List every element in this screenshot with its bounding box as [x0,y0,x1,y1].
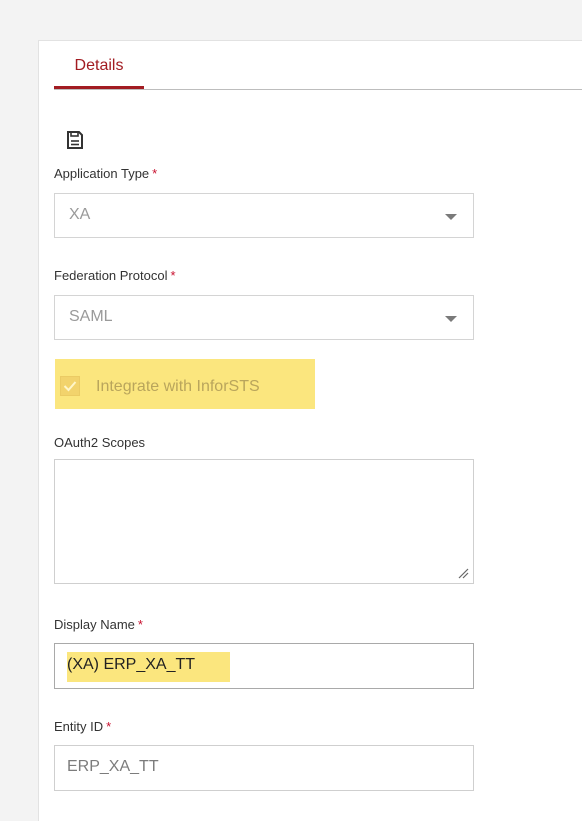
federation-protocol-label: Federation Protocol * [54,268,176,283]
checkmark-icon [63,381,77,392]
application-type-label-text: Application Type [54,166,150,181]
oauth2-scopes-textarea[interactable] [54,459,474,584]
tab-active-indicator [54,86,144,89]
required-marker: * [152,166,158,181]
federation-protocol-label-text: Federation Protocol [54,268,168,283]
tab-bar: Details [54,44,582,90]
required-marker: * [137,617,143,632]
chevron-down-icon [445,214,457,220]
display-name-value: (XA) ERP_XA_TT [67,656,196,673]
save-icon[interactable] [66,130,84,150]
tab-details-label: Details [74,57,124,74]
entity-id-input[interactable]: ERP_XA_TT [54,745,474,791]
oauth2-scopes-label: OAuth2 Scopes [54,435,146,450]
integrate-label[interactable]: Integrate with InforSTS [96,378,260,396]
integrate-checkbox[interactable] [60,376,80,396]
application-type-select[interactable]: XA [54,193,474,238]
resize-handle-icon[interactable] [457,567,469,579]
details-panel [38,40,582,821]
entity-id-label-text: Entity ID [54,719,104,734]
required-marker: * [106,719,112,734]
display-name-label-text: Display Name [54,617,135,632]
display-name-label: Display Name * [54,617,143,632]
application-type-label: Application Type * [54,166,157,181]
entity-id-label: Entity ID * [54,719,111,734]
chevron-down-icon [445,316,457,322]
tab-details[interactable]: Details [54,44,144,89]
entity-id-value: ERP_XA_TT [67,758,159,775]
federation-protocol-value: SAML [69,308,113,325]
display-name-input[interactable]: (XA) ERP_XA_TT [54,643,474,689]
required-marker: * [170,268,176,283]
federation-protocol-select[interactable]: SAML [54,295,474,340]
application-type-value: XA [69,206,91,223]
